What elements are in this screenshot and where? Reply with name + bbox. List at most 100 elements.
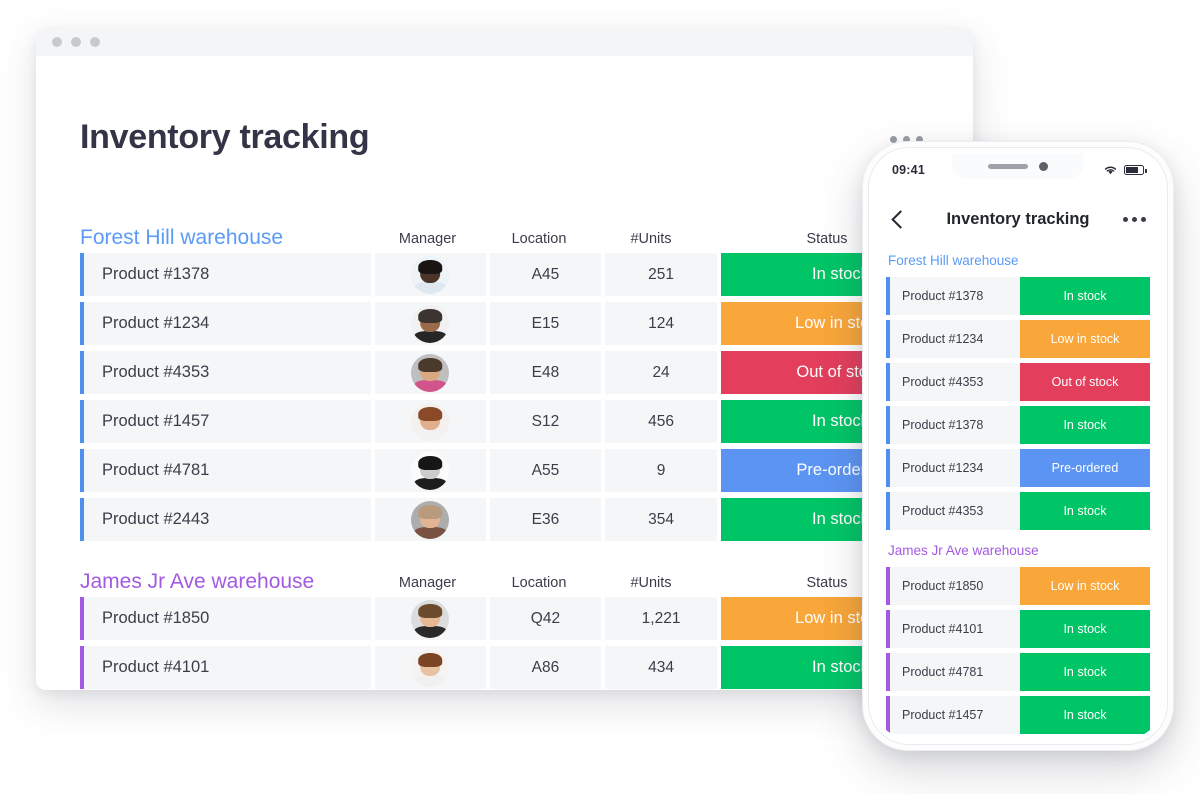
avatar[interactable]	[411, 256, 449, 294]
phone-product-name: Product #1457	[886, 696, 1020, 734]
phone-status-badge[interactable]: Pre-ordered	[1020, 449, 1150, 487]
cell-location: E36	[490, 498, 602, 541]
phone-status-badge[interactable]: In stock	[1020, 696, 1150, 734]
cell-product-name: Product #4781	[80, 449, 371, 492]
cell-location: E15	[490, 302, 602, 345]
cell-manager	[375, 646, 486, 689]
cell-units: 354	[605, 498, 717, 541]
column-header-units: #Units	[595, 575, 707, 594]
cell-units: 24	[605, 351, 717, 394]
avatar[interactable]	[411, 600, 449, 638]
table-row[interactable]: Product #1378A45251In stock	[80, 250, 960, 299]
chevron-left-icon[interactable]	[891, 210, 909, 228]
status-bar-time: 09:41	[892, 163, 925, 177]
avatar[interactable]	[411, 403, 449, 441]
table-row[interactable]: Product #1850Q421,221Low in stock	[80, 594, 960, 643]
cell-product-name: Product #1378	[80, 253, 371, 296]
phone-warehouse-title: Forest Hill warehouse	[886, 245, 1150, 277]
column-header-manager: Manager	[372, 231, 483, 250]
cell-manager	[375, 351, 486, 394]
cell-units: 124	[605, 302, 717, 345]
window-minimize-dot[interactable]	[71, 37, 81, 47]
column-header-location: Location	[483, 575, 595, 594]
phone-navigation-bar: Inventory tracking	[874, 197, 1162, 241]
more-dot	[1123, 217, 1128, 222]
phone-product-name: Product #1234	[886, 449, 1020, 487]
battery-icon	[1124, 165, 1144, 175]
phone-list-item[interactable]: Product #1234Low in stock	[886, 320, 1150, 358]
cell-units: 1,221	[605, 597, 717, 640]
phone-inventory-list: Forest Hill warehouseProduct #1378In sto…	[874, 241, 1162, 739]
phone-list-item[interactable]: Product #4101In stock	[886, 610, 1150, 648]
cell-manager	[375, 302, 486, 345]
status-bar-icons	[1103, 153, 1144, 187]
cell-product-name: Product #1234	[80, 302, 371, 345]
avatar[interactable]	[411, 354, 449, 392]
cell-location: A45	[490, 253, 602, 296]
phone-product-name: Product #1234	[886, 320, 1020, 358]
phone-mockup: 09:41 Inventory tracking	[862, 141, 1174, 751]
window-close-dot[interactable]	[52, 37, 62, 47]
phone-status-badge[interactable]: In stock	[1020, 277, 1150, 315]
cell-location: Q42	[490, 597, 602, 640]
phone-list-item[interactable]: Product #1378In stock	[886, 277, 1150, 315]
phone-notch	[952, 153, 1084, 179]
table-row[interactable]: Product #4353E4824Out of stock	[80, 348, 960, 397]
cell-units: 456	[605, 400, 717, 443]
phone-product-name: Product #1378	[886, 406, 1020, 444]
avatar[interactable]	[411, 305, 449, 343]
phone-status-badge[interactable]: Out of stock	[1020, 363, 1150, 401]
cell-location: S12	[490, 400, 602, 443]
table-header-row: Forest Hill warehouseManagerLocation#Uni…	[80, 216, 960, 250]
cell-manager	[375, 449, 486, 492]
cell-manager	[375, 400, 486, 443]
phone-page-title: Inventory tracking	[874, 210, 1162, 229]
phone-list-item[interactable]: Product #1850Low in stock	[886, 567, 1150, 605]
inventory-table: Forest Hill warehouseManagerLocation#Uni…	[80, 216, 960, 690]
column-header-units: #Units	[595, 231, 707, 250]
avatar[interactable]	[411, 649, 449, 687]
phone-product-name: Product #4101	[886, 610, 1020, 648]
table-header-row: James Jr Ave warehouseManagerLocation#Un…	[80, 560, 960, 594]
phone-list-item[interactable]: Product #4781In stock	[886, 653, 1150, 691]
phone-status-badge[interactable]: In stock	[1020, 653, 1150, 691]
cell-location: E48	[490, 351, 602, 394]
phone-list-item[interactable]: Product #4353In stock	[886, 492, 1150, 530]
warehouse-title: James Jr Ave warehouse	[80, 571, 372, 594]
table-row[interactable]: Product #4781A559Pre-ordered	[80, 446, 960, 495]
phone-more-menu-button[interactable]	[1123, 217, 1146, 222]
phone-product-name: Product #1378	[886, 277, 1020, 315]
cell-product-name: Product #1850	[80, 597, 371, 640]
cell-product-name: Product #2443	[80, 498, 371, 541]
cell-units: 9	[605, 449, 717, 492]
phone-status-badge[interactable]: In stock	[1020, 406, 1150, 444]
earpiece-speaker	[988, 164, 1028, 169]
avatar[interactable]	[411, 501, 449, 539]
phone-status-badge[interactable]: Low in stock	[1020, 567, 1150, 605]
phone-status-badge[interactable]: In stock	[1020, 492, 1150, 530]
cell-location: A86	[490, 646, 602, 689]
cell-units: 434	[605, 646, 717, 689]
table-row[interactable]: Product #2443E36354In stock	[80, 495, 960, 544]
phone-list-item[interactable]: Product #4353Out of stock	[886, 363, 1150, 401]
cell-product-name: Product #1457	[80, 400, 371, 443]
table-row[interactable]: Product #1234E15124Low in stock	[80, 299, 960, 348]
phone-list-item[interactable]: Product #1378In stock	[886, 406, 1150, 444]
cell-manager	[375, 253, 486, 296]
window-maximize-dot[interactable]	[90, 37, 100, 47]
avatar[interactable]	[411, 452, 449, 490]
phone-product-name: Product #1850	[886, 567, 1020, 605]
phone-list-item[interactable]: Product #1234Pre-ordered	[886, 449, 1150, 487]
table-row[interactable]: Product #1457S12456In stock	[80, 397, 960, 446]
more-dot	[1132, 217, 1137, 222]
phone-product-name: Product #4353	[886, 492, 1020, 530]
phone-list-item[interactable]: Product #1457In stock	[886, 696, 1150, 734]
page-title: Inventory tracking	[80, 118, 369, 157]
column-header-location: Location	[483, 231, 595, 250]
phone-status-badge[interactable]: Low in stock	[1020, 320, 1150, 358]
cell-units: 251	[605, 253, 717, 296]
phone-status-badge[interactable]: In stock	[1020, 610, 1150, 648]
phone-product-name: Product #4353	[886, 363, 1020, 401]
phone-warehouse-title: James Jr Ave warehouse	[886, 535, 1150, 567]
table-row[interactable]: Product #4101A86434In stock	[80, 643, 960, 690]
